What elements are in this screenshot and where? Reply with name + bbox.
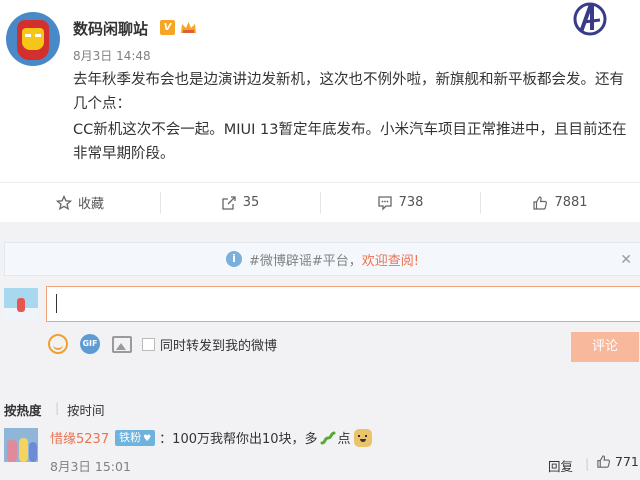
info-icon: i (225, 251, 242, 267)
thumbs-up-icon (597, 455, 611, 468)
share-icon (222, 195, 236, 210)
thumbs-up-icon (533, 195, 548, 210)
doge-emoji-icon (353, 428, 372, 447)
post-paragraph: 去年秋季发布会也是边演讲边发新机，这次也不例外啦，新旗舰和新平板都会发。还有几个… (73, 72, 624, 112)
avengers-logo-icon (573, 2, 607, 36)
image-icon[interactable] (112, 335, 132, 353)
notice-link[interactable]: 欢迎查阅! (362, 250, 419, 269)
avatar-figure (17, 298, 25, 312)
like-button[interactable]: 7881 (480, 183, 640, 222)
comment-time: 8月3日 15:01 (50, 459, 131, 474)
comment-text: ：100万我帮你出10块，多 (159, 432, 318, 447)
comment-action-separator: | (585, 456, 590, 471)
fan-badge-label: 铁粉 (119, 430, 142, 444)
heart-icon: ♥ (143, 433, 152, 444)
commenter-avatar[interactable] (4, 428, 38, 462)
comment-body: 惜缘5237 铁粉 ♥ ：100万我帮你出10块，多 点 (50, 428, 372, 447)
sort-separator: | (55, 400, 60, 415)
avatar-figure (19, 438, 28, 462)
emoji-icon[interactable] (48, 334, 68, 354)
verified-v-badge: V (160, 20, 175, 35)
sort-by-time-tab[interactable]: 按时间 (67, 400, 105, 419)
comment-count: 738 (398, 195, 424, 210)
post-paragraph: CC新机这次不会一起。MIUI 13暂定年底发布。小米汽车项目正常推进中，且目前… (73, 122, 627, 162)
post-content: 去年秋季发布会也是边演讲边发新机，这次也不例外啦，新旗舰和新平板都会发。还有几个… (73, 68, 629, 168)
comment-like-count: 771 (615, 454, 639, 469)
comments-section: i #微博辟谣#平台， 欢迎查阅! ✕ GIF 同时转发到我的微博 评论 按热度… (0, 222, 640, 480)
avatar-figure (7, 440, 17, 462)
repost-sync-label[interactable]: 同时转发到我的微博 (160, 335, 277, 354)
notice-text: #微博辟谣#平台， (248, 253, 362, 269)
repost-button[interactable]: 35 (160, 183, 320, 222)
comment-text-tail: 点 (337, 432, 351, 447)
repost-sync-checkbox[interactable] (142, 337, 155, 351)
repost-count: 35 (242, 195, 260, 210)
sort-by-hot-tab[interactable]: 按热度 (4, 400, 42, 419)
comment-input[interactable] (46, 286, 640, 322)
favorite-button[interactable]: 收藏 (0, 183, 160, 222)
weibo-post: 数码闲聊站 V 8月3日 14:48 去年秋季发布会也是边演讲边发新机，这次也不… (0, 0, 640, 181)
gif-icon[interactable]: GIF (80, 334, 100, 354)
author-name[interactable]: 数码闲聊站 (73, 18, 148, 39)
current-user-avatar[interactable] (4, 288, 38, 322)
comment-like-button[interactable]: 771 (596, 454, 639, 469)
comment-button[interactable]: 738 (320, 183, 480, 222)
crown-icon (181, 22, 196, 33)
comment-sort-bar: 按热度 | 按时间 (0, 394, 640, 422)
commenter-name[interactable]: 惜缘5237 (50, 428, 109, 447)
post-action-bar: 收藏 35 738 7881 (0, 182, 640, 222)
avatar-eye-left (25, 34, 31, 37)
star-icon (55, 194, 72, 210)
comment-icon (377, 195, 392, 211)
reply-button[interactable]: 回复 (548, 456, 573, 475)
avatar-eye-right (35, 34, 41, 37)
avatar-figure (29, 442, 37, 462)
snake-emoji-icon (320, 431, 336, 444)
avatar-ironman-faceplate (22, 28, 44, 50)
composer-toolbar: GIF 同时转发到我的微博 (48, 332, 277, 356)
iron-fan-badge: 铁粉 ♥ (115, 429, 156, 446)
author-avatar[interactable] (6, 12, 60, 66)
rumor-notice-bar: i #微博辟谣#平台， 欢迎查阅! ✕ (4, 242, 640, 276)
text-caret (56, 294, 57, 313)
like-count: 7881 (554, 195, 588, 210)
favorite-label: 收藏 (77, 197, 104, 212)
submit-comment-button[interactable]: 评论 (571, 332, 639, 362)
close-icon[interactable]: ✕ (620, 252, 632, 268)
post-time[interactable]: 8月3日 14:48 (73, 47, 151, 64)
